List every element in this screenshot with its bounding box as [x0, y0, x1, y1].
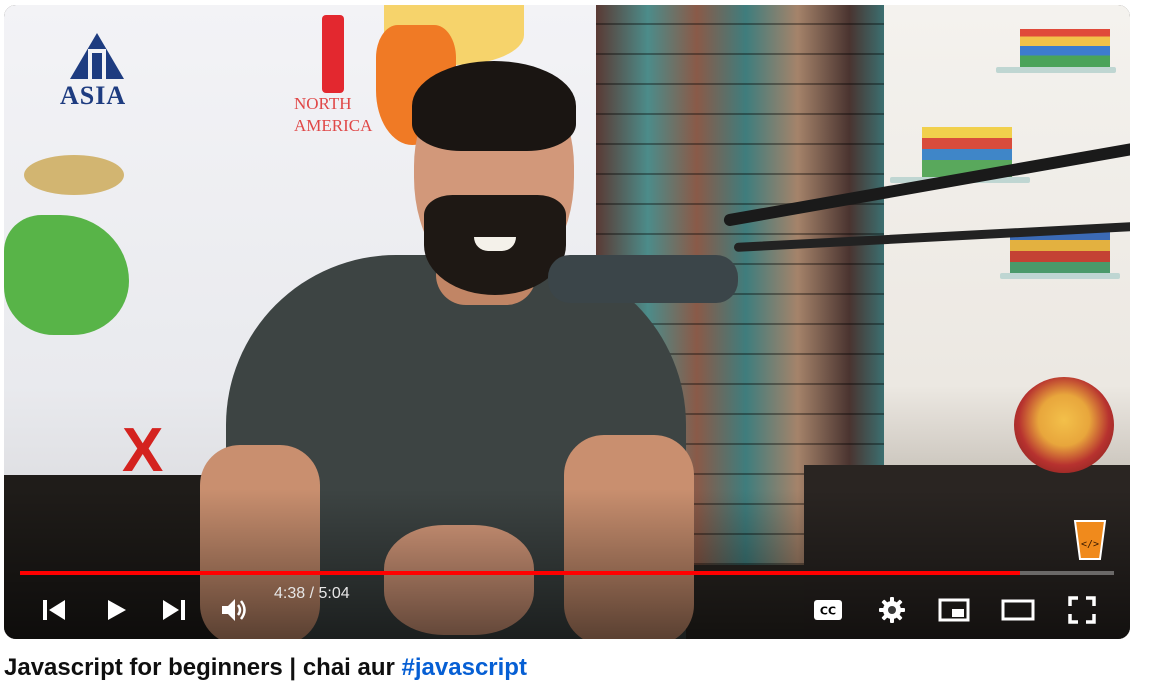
current-time: 4:38	[274, 585, 306, 602]
statue-of-liberty-graphic	[322, 15, 344, 93]
previous-icon	[43, 600, 65, 620]
time-separator: /	[305, 585, 319, 602]
wall-shelf-lower	[1000, 273, 1120, 279]
asia-landmark-icon	[70, 33, 124, 79]
theater-mode-button[interactable]	[996, 585, 1040, 635]
channel-chai-glass-icon[interactable]: </>	[1072, 517, 1108, 561]
captions-button[interactable]: CC	[806, 585, 850, 635]
player-controls: 4:38 / 5:04 CC	[4, 585, 1130, 635]
presenter-hair	[412, 61, 576, 151]
theater-mode-icon	[1001, 599, 1035, 621]
settings-icon	[879, 597, 905, 623]
svg-text:</>: </>	[1081, 539, 1099, 550]
play-icon	[108, 600, 126, 620]
video-frame[interactable]: ASIA NORTH AMERICA X </>	[4, 5, 1130, 639]
asia-map-label: ASIA	[60, 81, 127, 110]
north-america-map-label: NORTH AMERICA	[294, 94, 373, 135]
mute-button[interactable]	[212, 585, 256, 635]
video-player[interactable]: ASIA NORTH AMERICA X </> 4:38 / 5:04 CC	[4, 5, 1130, 639]
next-button[interactable]	[152, 585, 196, 635]
previous-button[interactable]	[32, 585, 76, 635]
decorative-idol	[1014, 377, 1114, 473]
play-button[interactable]	[94, 585, 138, 635]
video-title: Javascript for beginners | chai aur #jav…	[4, 654, 1144, 688]
volume-icon	[222, 599, 246, 621]
progress-played	[20, 571, 1021, 575]
hashtag-link[interactable]: #javascript	[402, 654, 527, 681]
svg-text:CC: CC	[820, 605, 836, 618]
world-map-indonesia	[24, 155, 124, 195]
miniplayer-button[interactable]	[932, 585, 976, 635]
progress-bar[interactable]	[20, 571, 1114, 575]
settings-button[interactable]	[870, 585, 914, 635]
miniplayer-icon	[938, 598, 970, 622]
microphone	[548, 255, 738, 303]
books-top-shelf	[1020, 29, 1110, 67]
duration: 5:04	[318, 585, 350, 602]
wall-shelf-top	[996, 67, 1116, 73]
video-title-text: Javascript for beginners | chai aur	[4, 654, 402, 681]
captions-icon: CC	[814, 600, 842, 620]
time-display: 4:38 / 5:04	[274, 585, 350, 635]
next-icon	[163, 600, 185, 620]
fullscreen-icon	[1068, 596, 1096, 624]
fullscreen-button[interactable]	[1060, 585, 1104, 635]
